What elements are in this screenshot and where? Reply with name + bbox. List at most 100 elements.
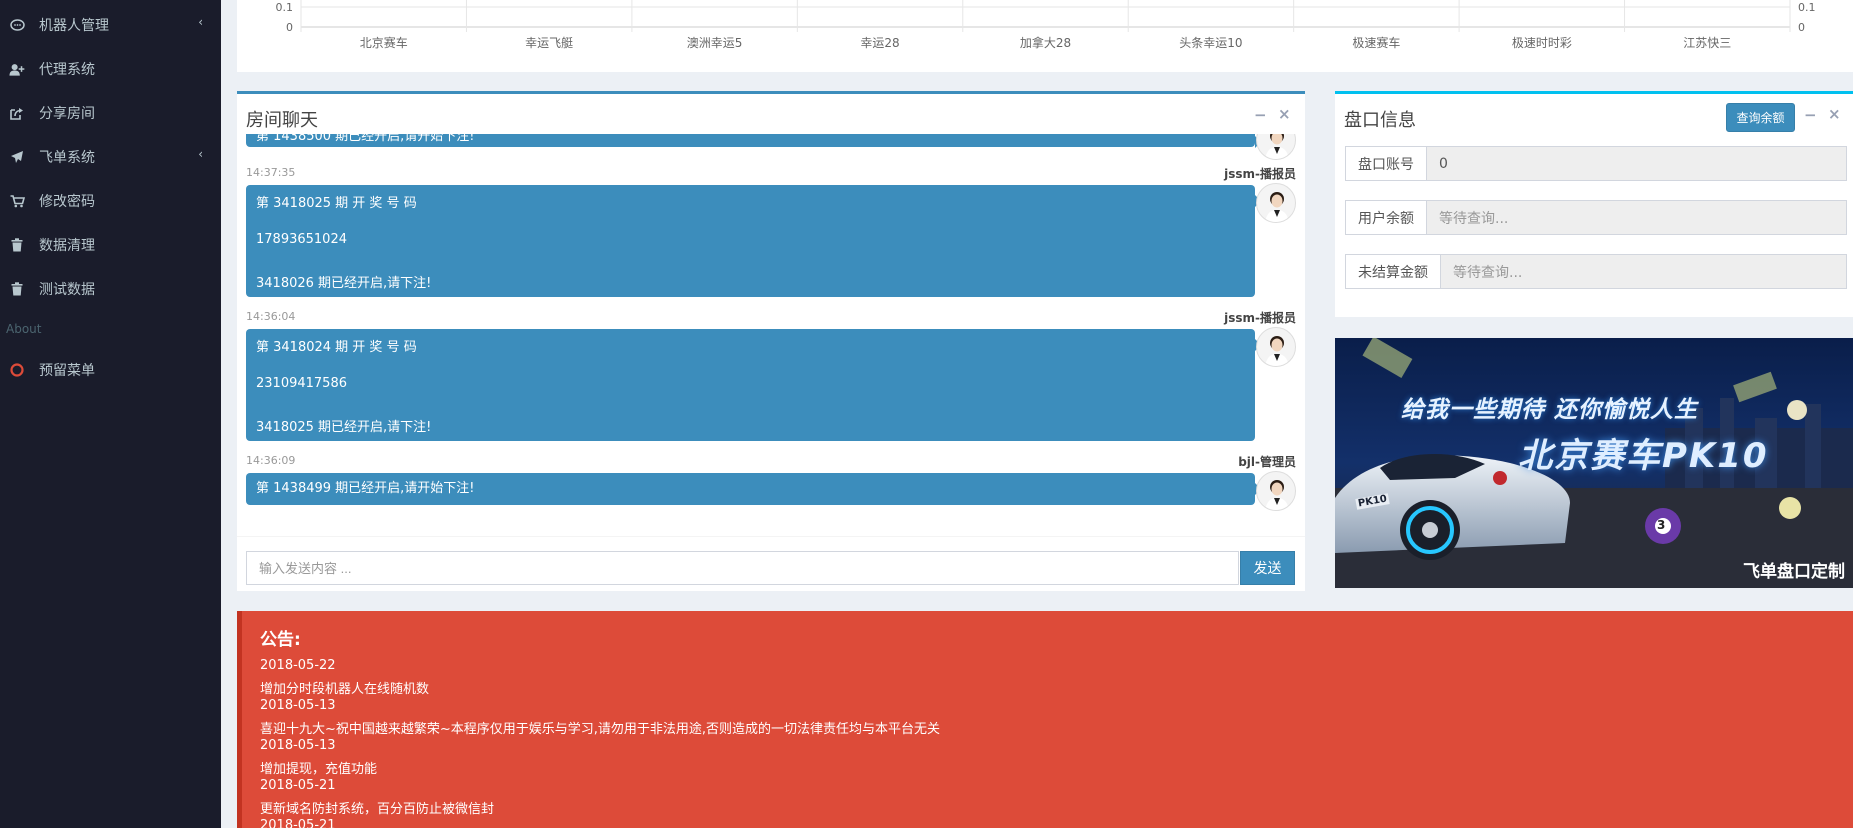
chat-message-bubble: 第 1438499 期已经开启,请开始下注! <box>246 473 1261 505</box>
notice-date: 2018-05-21 <box>260 818 336 828</box>
x-tick-label: 极速赛车 <box>1352 35 1400 50</box>
info-row-balance: 用户余额 等待查询... <box>1345 200 1847 235</box>
account-field[interactable]: 0 <box>1427 146 1847 181</box>
pan-box-title: 盘口信息 <box>1344 110 1416 130</box>
paper-plane-icon <box>9 150 25 164</box>
x-tick-label: 极速时时彩 <box>1512 36 1572 50</box>
avatar <box>1256 327 1296 367</box>
info-label: 未结算金额 <box>1345 254 1441 289</box>
notice-callout: 公告: 2018-05-22 增加分时段机器人在线随机数 2018-05-13 … <box>237 611 1853 828</box>
balance-field[interactable]: 等待查询... <box>1427 200 1847 235</box>
sidebar-item-label: 预留菜单 <box>39 363 95 379</box>
room-chat-box: 房间聊天 − × 第 1438500 期已经开启,请开始下注! 14:37:35… <box>237 91 1305 591</box>
chart-panel: 0.1 0 0.1 0 北京赛车 幸运飞艇 澳洲幸运5 幸运28 加拿大28 头条幸运10 极速赛车… <box>237 0 1853 72</box>
sidebar-item-label: 修改密码 <box>39 194 95 210</box>
cart-icon <box>9 194 25 208</box>
chat-message-line: 3418026 期已经开启,请下注! <box>256 276 432 291</box>
chat-message-line: 第 3418025 期 开 奖 号 码 <box>256 196 417 211</box>
info-label: 盘口账号 <box>1345 146 1427 181</box>
chat-footer: 发送 <box>237 536 1305 594</box>
chat-message-bubble: 第 1438500 期已经开启,请开始下注! <box>246 134 1261 148</box>
chat-message-bubble: 第 3418025 期 开 奖 号 码 17893651024 3418026 … <box>246 185 1261 297</box>
trash-icon <box>9 282 25 296</box>
trash-icon <box>9 238 25 252</box>
send-button[interactable]: 发送 <box>1240 551 1295 585</box>
minimize-icon[interactable]: − <box>1804 106 1817 124</box>
sidebar-item-reserved-menu[interactable]: 预留菜单 <box>0 348 221 392</box>
sidebar-item-label: 分享房间 <box>39 106 95 122</box>
notice-date: 2018-05-21 <box>260 778 336 793</box>
chat-message-line: 17893651024 <box>256 232 347 247</box>
banner-slogan: 给我一些期待 还你愉悦人生 <box>1401 397 1699 423</box>
chat-message-bubble: 第 3418024 期 开 奖 号 码 23109417586 3418025 … <box>246 329 1261 441</box>
sidebar-item-share-room[interactable]: 分享房间 <box>0 91 221 135</box>
x-tick-label: 幸运飞艇 <box>525 36 573 50</box>
sidebar-item-test-data[interactable]: 测试数据 <box>0 267 221 311</box>
notice-date: 2018-05-13 <box>260 738 336 753</box>
sidebar-item-robot-management[interactable]: 机器人管理 ‹ <box>0 3 221 47</box>
avatar <box>1256 183 1296 223</box>
sidebar-item-fly-order-system[interactable]: 飞单系统 ‹ <box>0 135 221 179</box>
x-tick-label: 北京赛车 <box>360 35 408 50</box>
avatar <box>1256 471 1296 511</box>
info-row-unsettled: 未结算金额 等待查询... <box>1345 254 1847 289</box>
chat-message-time: 14:36:04 <box>246 310 296 323</box>
notice-title: 公告: <box>260 630 301 650</box>
banner-caption: 飞单盘口定制 <box>1743 562 1845 582</box>
chat-message-time: 14:36:09 <box>246 454 296 467</box>
chat-message-line: 23109417586 <box>256 376 347 391</box>
notice-date: 2018-05-22 <box>260 658 336 673</box>
y-tick-label: 0.1 <box>276 1 294 14</box>
info-row-account: 盘口账号 0 <box>1345 146 1847 181</box>
banner-ball-number: 3 <box>1657 518 1666 532</box>
notice-text: 增加提现，充值功能 <box>260 762 378 777</box>
close-icon[interactable]: × <box>1828 105 1841 123</box>
banner-headline: 北京赛车PK10 <box>1518 436 1769 476</box>
chat-message-user: bjl-管理员 <box>1238 455 1296 469</box>
chat-messages: 第 1438500 期已经开启,请开始下注! 14:37:35 jssm-播报员… <box>237 134 1305 534</box>
chat-message-time: 14:37:35 <box>246 166 296 179</box>
notice-date: 2018-05-13 <box>260 698 336 713</box>
chat-message-user: jssm-播报员 <box>1224 311 1296 325</box>
x-tick-label: 加拿大28 <box>1020 35 1071 50</box>
sidebar-item-agent-system[interactable]: 代理系统 <box>0 47 221 91</box>
chat-message-input[interactable] <box>246 551 1239 585</box>
circle-icon <box>9 363 25 377</box>
chat-message-line: 第 1438499 期已经开启,请开始下注! <box>256 481 475 496</box>
sidebar-item-data-cleanup[interactable]: 数据清理 <box>0 223 221 267</box>
sidebar-item-change-password[interactable]: 修改密码 <box>0 179 221 223</box>
x-tick-label: 澳洲幸运5 <box>687 36 743 50</box>
y-tick-label: 0 <box>286 21 293 34</box>
y-tick-label: 0 <box>1798 21 1805 34</box>
chat-message-line: 第 3418024 期 开 奖 号 码 <box>256 340 417 355</box>
query-balance-button[interactable]: 查询余额 <box>1726 103 1795 132</box>
bar-chart: 0.1 0 0.1 0 北京赛车 幸运飞艇 澳洲幸运5 幸运28 加拿大28 头条幸运10 极速赛车… <box>276 0 1816 50</box>
minimize-icon[interactable]: − <box>1254 106 1267 124</box>
sidebar-item-label: 飞单系统 <box>39 150 95 166</box>
chat-icon <box>9 18 25 32</box>
close-icon[interactable]: × <box>1278 105 1291 123</box>
notice-text: 喜迎十九大~祝中国越来越繁荣~本程序仅用于娱乐与学习,请勿用于非法用途,否则造成… <box>260 722 941 737</box>
sidebar-item-label: 测试数据 <box>39 282 95 298</box>
x-tick-label: 江苏快三 <box>1683 36 1731 50</box>
x-tick-label: 头条幸运10 <box>1179 36 1242 50</box>
chat-box-title: 房间聊天 <box>246 110 318 130</box>
sidebar: 机器人管理 ‹ 代理系统 分享房间 飞单系统 ‹ 修改密码 数据清理 测试数据 … <box>0 0 221 828</box>
sidebar-section-header: About <box>6 322 42 336</box>
promo-banner: 给我一些期待 还你愉悦人生 北京赛车PK10 PK10 3 飞单盘口定制 <box>1335 338 1853 588</box>
x-tick-label: 幸运28 <box>860 36 899 50</box>
pan-info-box: 盘口信息 查询余额 − × 盘口账号 0 用户余额 等待查询... 未结算金额 … <box>1335 91 1853 317</box>
sidebar-item-label: 代理系统 <box>39 62 95 78</box>
user-plus-icon <box>9 63 25 76</box>
notice-text: 更新域名防封系统，百分百防止被微信封 <box>260 802 495 817</box>
share-icon <box>9 107 25 120</box>
chat-message-line: 第 1438500 期已经开启,请开始下注! <box>256 134 475 144</box>
chat-message-user: jssm-播报员 <box>1224 167 1296 181</box>
sidebar-item-label: 数据清理 <box>39 238 95 254</box>
chevron-left-icon: ‹ <box>198 147 203 161</box>
y-tick-label: 0.1 <box>1798 1 1816 14</box>
unsettled-amount-field[interactable]: 等待查询... <box>1441 254 1847 289</box>
sidebar-item-label: 机器人管理 <box>39 18 109 34</box>
chat-message-line: 3418025 期已经开启,请下注! <box>256 420 432 435</box>
notice-text: 增加分时段机器人在线随机数 <box>260 682 430 697</box>
